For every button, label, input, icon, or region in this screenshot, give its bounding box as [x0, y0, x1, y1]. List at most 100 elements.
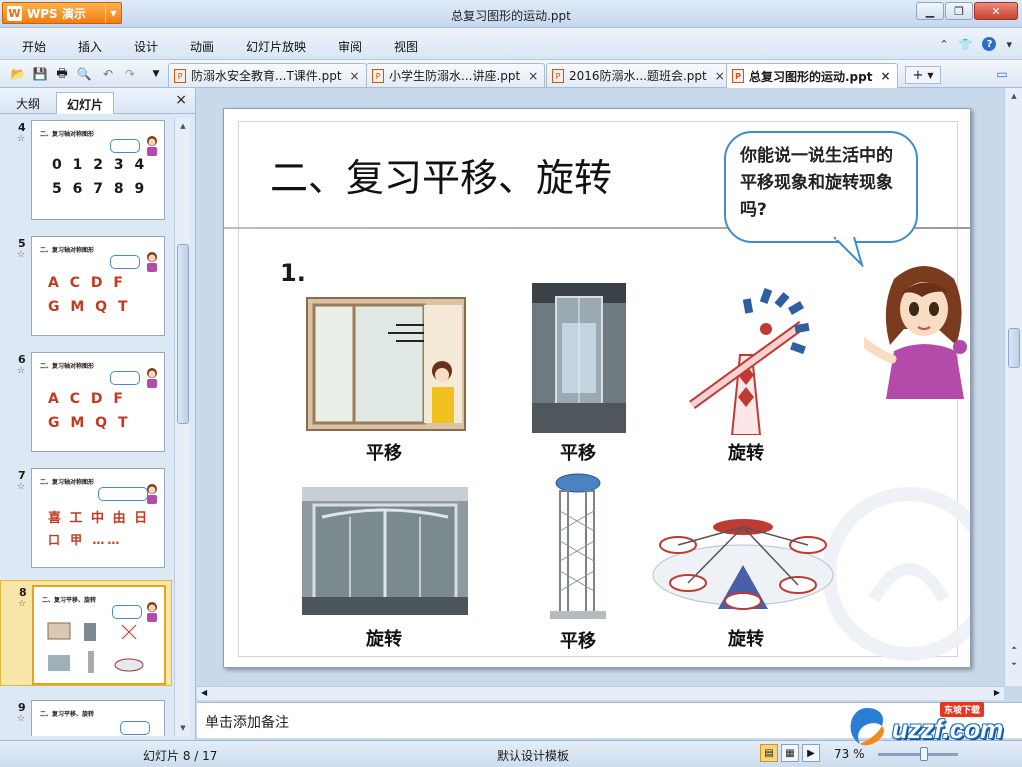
next-slide-icon[interactable]: ⏷ [1008, 658, 1020, 670]
scroll-up-icon[interactable]: ▲ [1008, 90, 1020, 102]
tab-list-icon[interactable]: ▭ [994, 66, 1010, 82]
thumb-bubble [110, 255, 140, 269]
skin-icon[interactable]: 👕 [959, 38, 973, 51]
thumb-line: G M Q T [48, 299, 131, 315]
thumb-title: 二、复习平移、旋转 [40, 711, 95, 718]
scroll-up-icon[interactable]: ▲ [177, 120, 189, 132]
print-preview-icon[interactable]: 🔍 [76, 66, 92, 82]
thumbnail-slide-9[interactable]: 9 ☆ 二、复习平移、旋转 [0, 696, 172, 736]
help-icon[interactable]: ? [982, 37, 997, 51]
doc-tab-label: 总复习图形的运动.ppt [749, 69, 873, 84]
collapse-ribbon-icon[interactable]: ⌃ [940, 38, 949, 51]
caption-windmill: 旋转 [728, 443, 764, 464]
slide-sorter-button[interactable]: ▦ [781, 744, 799, 762]
elevator-image[interactable] [532, 283, 626, 433]
girl-icon [147, 252, 157, 272]
thumb-title: 二、复习轴对称图形 [40, 363, 95, 370]
slide-editor: 二、复习平移、旋转 你能说一说生活中的平移现象和旋转现象吗? 1. 平移 平移 … [197, 88, 1022, 686]
close-tab-icon[interactable]: × [715, 69, 725, 83]
save-icon[interactable]: 💾 [32, 66, 48, 82]
thumb-line: 喜 工 中 由 日 [48, 511, 150, 526]
thumbnail-slide-8[interactable]: 8 ☆ 二、复习平移、旋转 [0, 580, 172, 686]
undo-icon[interactable]: ↶ [100, 66, 116, 82]
menubar-right-icons: ⌃ 👕 ? ▾ [940, 37, 1012, 51]
menu-home[interactable]: 开始 [22, 38, 46, 55]
plus-icon: + [912, 67, 924, 83]
girl-icon [147, 602, 157, 622]
previous-slide-icon[interactable]: ⏶ [1008, 642, 1020, 654]
scroll-down-icon[interactable]: ▼ [177, 722, 189, 734]
scrollbar-thumb[interactable] [1008, 328, 1020, 368]
doc-tab-1[interactable]: P 防溺水安全教育...T课件.ppt × [168, 63, 367, 87]
speech-bubble[interactable]: 你能说一说生活中的平移现象和旋转现象吗? [724, 131, 918, 243]
title-bar: W WPS 演示 ▼ 总复习图形的运动.ppt ▁ ❐ ✕ [0, 0, 1022, 28]
zoom-slider[interactable] [878, 753, 958, 756]
thumbnail-slide-6[interactable]: 6 ☆ 二、复习轴对称图形 A C D F G M Q T [0, 348, 172, 454]
doc-tab-2[interactable]: P 小学生防溺水...讲座.ppt × [366, 63, 546, 87]
thumbnail-list: 4 ☆ 二、复习轴对称图形 0 1 2 3 4 5 6 7 8 9 5 ☆ 二、… [0, 116, 172, 736]
scroll-left-icon[interactable]: ◀ [201, 688, 207, 697]
toolbar-dropdown-icon[interactable]: ▼ [148, 66, 164, 82]
drop-tower-image[interactable] [540, 471, 616, 621]
close-panel-icon[interactable]: × [175, 92, 187, 108]
star-icon: ☆ [17, 134, 26, 144]
doc-tab-3[interactable]: P 2016防溺水...题班会.ppt × [546, 63, 732, 87]
menu-design[interactable]: 设计 [134, 38, 158, 55]
maximize-button[interactable]: ❐ [945, 2, 973, 20]
close-tab-icon[interactable]: × [880, 69, 890, 83]
help-dropdown-icon[interactable]: ▾ [1006, 38, 1012, 51]
slide-horizontal-scrollbar[interactable]: ◀ ▶ [197, 686, 1004, 700]
slide-thumbnail: 二、复习轴对称图形 A C D F G M Q T [31, 236, 165, 336]
thumbnail-slide-7[interactable]: 7 ☆ 二、复习轴对称图形 喜 工 中 由 日 口 甲 …… [0, 464, 172, 570]
doc-tab-label: 2016防溺水...题班会.ppt [569, 69, 707, 83]
thumb-bubble [112, 605, 142, 619]
question-number: 1. [280, 259, 306, 287]
redo-icon[interactable]: ↷ [122, 66, 138, 82]
doc-tab-4-active[interactable]: P 总复习图形的运动.ppt × [726, 63, 898, 88]
quick-toolbar: 📂 💾 🖶 🔍 ↶ ↷ ▼ P 防溺水安全教育...T课件.ppt × P 小学… [0, 60, 1022, 88]
windmill-ride-image[interactable] [682, 285, 822, 435]
thumb-number: 7 [18, 469, 26, 482]
normal-view-button[interactable]: ▤ [760, 744, 778, 762]
star-icon: ☆ [17, 714, 26, 724]
slide-title[interactable]: 二、复习平移、旋转 [270, 147, 612, 202]
tab-outline[interactable]: 大纲 [6, 92, 50, 114]
star-icon: ☆ [17, 250, 26, 260]
tab-slides[interactable]: 幻灯片 [56, 92, 115, 114]
design-template[interactable]: 默认设计模板 [497, 747, 569, 764]
scroll-right-icon[interactable]: ▶ [994, 688, 1000, 697]
menu-animation[interactable]: 动画 [190, 38, 214, 55]
minimize-button[interactable]: ▁ [916, 2, 944, 20]
thumb-pictures [47, 622, 144, 673]
menu-view[interactable]: 视图 [394, 38, 418, 55]
menu-review[interactable]: 审阅 [338, 38, 362, 55]
close-tab-icon[interactable]: × [528, 69, 538, 83]
thumbnail-slide-4[interactable]: 4 ☆ 二、复习轴对称图形 0 1 2 3 4 5 6 7 8 9 [0, 116, 172, 222]
close-button[interactable]: ✕ [974, 2, 1018, 20]
sliding-window-image[interactable] [306, 297, 466, 431]
menu-insert[interactable]: 插入 [78, 38, 102, 55]
slideshow-button[interactable]: ▶ [802, 744, 820, 762]
menu-slideshow[interactable]: 幻灯片放映 [246, 38, 306, 55]
scrollbar-thumb[interactable] [177, 244, 189, 424]
thumb-number: 5 [18, 237, 26, 250]
current-slide[interactable]: 二、复习平移、旋转 你能说一说生活中的平移现象和旋转现象吗? 1. 平移 平移 … [223, 108, 971, 668]
girl-icon [147, 368, 157, 388]
airplane-carousel-image[interactable] [648, 505, 838, 617]
ppt-file-icon: P [732, 69, 744, 83]
ppt-file-icon: P [372, 69, 384, 83]
slide-vertical-scrollbar[interactable]: ▲ ⏶ ⏷ [1004, 88, 1022, 686]
revolving-door-image[interactable] [302, 487, 468, 615]
girl-character-image[interactable] [864, 259, 971, 399]
close-tab-icon[interactable]: × [350, 69, 360, 83]
thumbnail-scrollbar[interactable]: ▲ ▼ [174, 118, 190, 736]
thumb-bubble [98, 487, 148, 501]
print-icon[interactable]: 🖶 [54, 66, 70, 82]
thumbnail-slide-5[interactable]: 5 ☆ 二、复习轴对称图形 A C D F G M Q T [0, 232, 172, 338]
slide-counter: 幻灯片 8 / 17 [143, 749, 218, 763]
caption-drop-tower: 平移 [560, 631, 596, 652]
new-tab-button[interactable]: + ▼ [905, 66, 941, 84]
notes-placeholder[interactable]: 单击添加备注 [205, 712, 289, 732]
open-folder-icon[interactable]: 📂 [10, 66, 26, 82]
thumb-title: 二、复习轴对称图形 [40, 247, 95, 254]
